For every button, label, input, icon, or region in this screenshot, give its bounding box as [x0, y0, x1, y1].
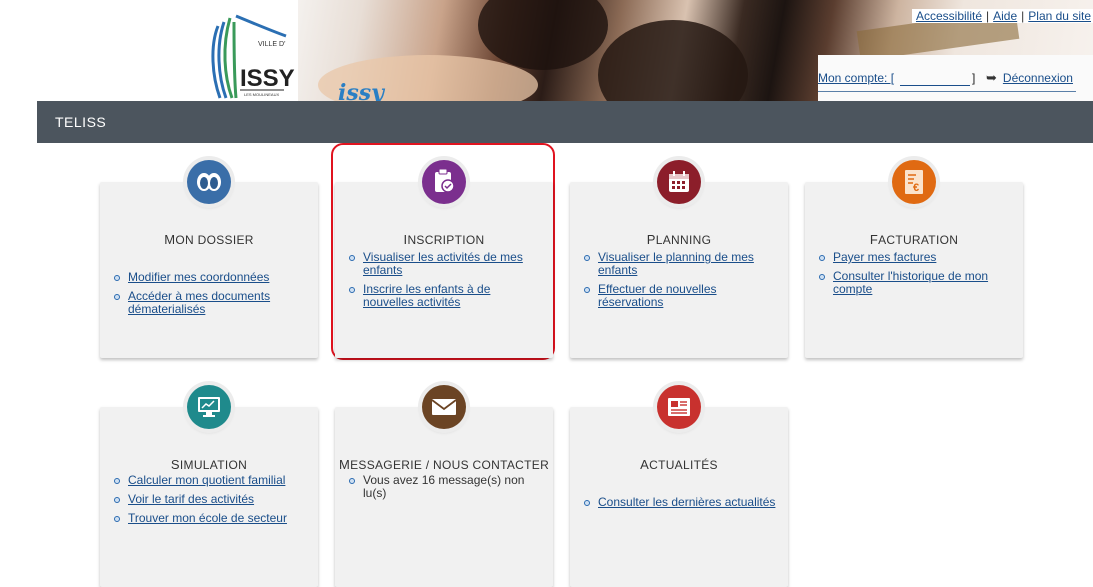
help-link[interactable]: Aide — [993, 9, 1017, 23]
card-simulation: SIMULATION Calculer mon quotient familia… — [100, 385, 318, 587]
list-item: Trouver mon école de secteur — [114, 512, 308, 525]
top-links: Accessibilité | Aide | Plan du site — [911, 9, 1093, 23]
app-brand[interactable]: TELISS — [55, 114, 106, 130]
card-title: ACTUALITÉS — [640, 457, 718, 472]
clipboard-icon[interactable] — [422, 160, 466, 204]
logout-icon: ➥ — [986, 70, 997, 85]
main-navbar: TELISS — [37, 101, 1093, 143]
card-mon-dossier: MON DOSSIER Modifier mes coordonnées Acc… — [100, 160, 318, 358]
site-header: VILLE D' ISSY LES MOULINEAUX issy Access… — [0, 0, 1093, 101]
invoice-euro-icon[interactable]: € — [892, 160, 936, 204]
card-title: SIMULATION — [170, 457, 248, 472]
card-messagerie: MESSAGERIE / NOUS CONTACTER Vous avez 16… — [335, 385, 553, 587]
list-item: Inscrire les enfants à de nouvelles acti… — [349, 283, 543, 309]
account-name-field — [900, 69, 970, 86]
account-bar: Mon compte: [ ] ➥ Déconnexion — [818, 65, 1080, 93]
card-facturation: € FACTURATION Payer mes factures Consult… — [805, 160, 1023, 358]
modify-contact-link[interactable]: Modifier mes coordonnées — [128, 270, 269, 284]
card-title: FACTURATION — [869, 232, 959, 247]
card-links: Calculer mon quotient familial Voir le t… — [114, 474, 308, 531]
list-item: Accéder à mes documents dématerialisés — [114, 290, 308, 316]
svg-text:ISSY: ISSY — [240, 65, 295, 92]
list-item: Consulter l'historique de mon compte — [819, 270, 1013, 296]
card-links: Vous avez 16 message(s) non lu(s) — [349, 474, 543, 506]
svg-text:LES MOULINEAUX: LES MOULINEAUX — [244, 92, 279, 97]
list-item: Voir le tarif des activités — [114, 493, 308, 506]
card-links: Consulter les dernières actualités — [584, 496, 778, 515]
account-bracket: ] — [972, 71, 976, 85]
card-links: Modifier mes coordonnées Accéder à mes d… — [114, 271, 308, 322]
card-links: Visualiser le planning de mes enfants Ef… — [584, 251, 778, 315]
list-item: Visualiser les activités de mes enfants — [349, 251, 543, 277]
card-title: INSCRIPTION — [403, 232, 485, 247]
list-item: Visualiser le planning de mes enfants — [584, 251, 778, 277]
card-inscription: INSCRIPTION Visualiser les activités de … — [335, 160, 553, 358]
logout-label: Déconnexion — [1002, 71, 1073, 85]
latest-news-link[interactable]: Consulter les dernières actualités — [598, 495, 775, 509]
register-children-link[interactable]: Inscrire les enfants à de nouvelles acti… — [363, 282, 490, 309]
account-history-link[interactable]: Consulter l'historique de mon compte — [833, 269, 988, 296]
documents-link[interactable]: Accéder à mes documents dématerialisés — [128, 289, 270, 316]
pay-invoices-link[interactable]: Payer mes factures — [833, 250, 936, 264]
monitor-icon[interactable] — [187, 385, 231, 429]
new-reservations-link[interactable]: Effectuer de nouvelles réservations — [598, 282, 717, 309]
logout-link[interactable]: ➥ Déconnexion — [986, 70, 1073, 86]
card-planning: PLANNING Visualiser le planning de mes e… — [570, 160, 788, 358]
city-logo[interactable]: VILLE D' ISSY LES MOULINEAUX — [200, 6, 295, 101]
list-item: Vous avez 16 message(s) non lu(s) — [349, 474, 543, 500]
account-label[interactable]: Mon compte: [ — [818, 71, 894, 85]
sitemap-link[interactable]: Plan du site — [1028, 9, 1091, 23]
list-item: Effectuer de nouvelles réservations — [584, 283, 778, 309]
card-title: MESSAGERIE / NOUS CONTACTER — [338, 457, 550, 472]
view-activities-link[interactable]: Visualiser les activités de mes enfants — [363, 250, 523, 277]
folder-people-icon[interactable] — [187, 160, 231, 204]
card-links: Payer mes factures Consulter l'historiqu… — [819, 251, 1013, 302]
school-sector-link[interactable]: Trouver mon école de secteur — [128, 511, 287, 525]
card-links: Visualiser les activités de mes enfants … — [349, 251, 543, 315]
card-actualites: ACTUALITÉS Consulter les dernières actua… — [570, 385, 788, 587]
list-item: Modifier mes coordonnées — [114, 271, 308, 284]
banner-script-text: issy — [338, 80, 384, 101]
list-item: Payer mes factures — [819, 251, 1013, 264]
card-title: PLANNING — [646, 232, 712, 247]
svg-text:VILLE D': VILLE D' — [258, 41, 285, 48]
family-quotient-link[interactable]: Calculer mon quotient familial — [128, 473, 285, 487]
accessibility-link[interactable]: Accessibilité — [916, 9, 982, 23]
svg-text:€: € — [913, 182, 919, 194]
newspaper-icon[interactable] — [657, 385, 701, 429]
unread-messages-text: Vous avez 16 message(s) non lu(s) — [363, 473, 525, 500]
list-item: Consulter les dernières actualités — [584, 496, 778, 509]
list-item: Calculer mon quotient familial — [114, 474, 308, 487]
view-planning-link[interactable]: Visualiser le planning de mes enfants — [598, 250, 754, 277]
calendar-icon[interactable] — [657, 160, 701, 204]
activity-rates-link[interactable]: Voir le tarif des activités — [128, 492, 254, 506]
envelope-icon[interactable] — [422, 385, 466, 429]
card-title: MON DOSSIER — [164, 232, 254, 247]
